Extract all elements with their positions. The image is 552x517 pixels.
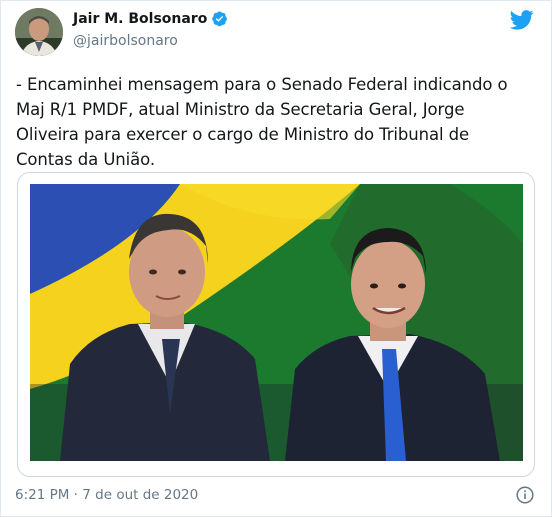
author-name-row[interactable]: Jair M. Bolsonaro: [73, 10, 228, 27]
twitter-bird-icon[interactable]: [509, 10, 534, 30]
info-icon[interactable]: [516, 486, 534, 504]
author-display-name[interactable]: Jair M. Bolsonaro: [73, 11, 207, 27]
tweet-photo[interactable]: [30, 184, 523, 461]
media-card[interactable]: [17, 172, 535, 477]
avatar[interactable]: [15, 8, 63, 56]
tweet-card: Jair M. Bolsonaro @jairbolsonaro - Encam…: [0, 0, 552, 517]
tweet-text: - Encaminhei mensagem para o Senado Fede…: [16, 75, 508, 169]
tweet-timestamp[interactable]: 6:21 PM · 7 de out de 2020: [15, 487, 198, 503]
verified-badge-icon: [211, 10, 228, 27]
author-handle[interactable]: @jairbolsonaro: [73, 33, 178, 49]
